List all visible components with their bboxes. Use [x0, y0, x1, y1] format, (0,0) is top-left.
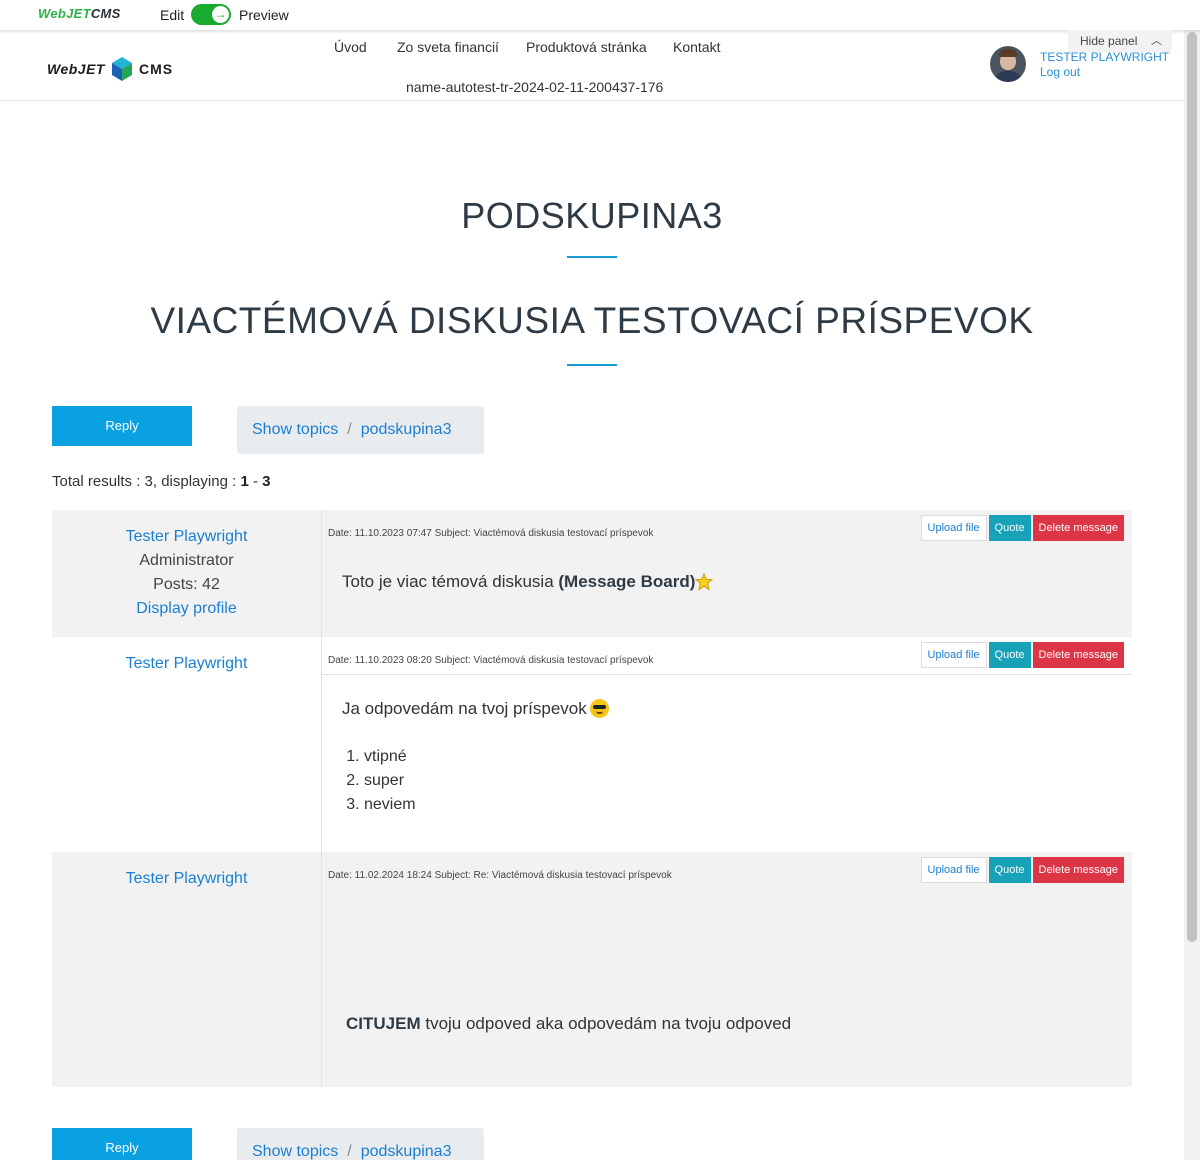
message-list: vtipné super neviem: [364, 745, 609, 817]
delete-message-button[interactable]: Delete message: [1032, 857, 1124, 883]
message-content-panel: Date: 11.10.2023 07:47 Subject: Viactémo…: [321, 510, 1132, 637]
brand-text-dark: CMS: [90, 6, 121, 21]
total-results-from: 1: [240, 473, 249, 490]
display-profile-link[interactable]: Display profile: [52, 600, 321, 618]
site-logo[interactable]: WebJET CMS: [47, 55, 173, 83]
author-name-link[interactable]: Tester Playwright: [52, 528, 321, 546]
subtitle-divider: [567, 364, 617, 366]
site-header: WebJET CMS Úvod Zo sveta financií Produk…: [0, 30, 1184, 101]
logo-text-right: CMS: [138, 61, 174, 77]
webjet-brand-logo[interactable]: WebJETCMS: [38, 6, 121, 21]
page-scrollbar[interactable]: [1184, 30, 1200, 1160]
message-text: tvoju odpoved aka odpovedám na tvoju odp…: [420, 1014, 792, 1033]
topic-title: VIACTÉMOVÁ DISKUSIA TESTOVACÍ PRÍSPEVOK: [150, 300, 1034, 341]
logout-link[interactable]: Log out: [1040, 65, 1080, 79]
chevron-up-icon: ︿: [1151, 35, 1162, 47]
title-divider: [567, 256, 617, 258]
list-item: super: [364, 769, 609, 793]
total-results: Total results : 3, displaying : 1 - 3: [52, 473, 270, 490]
quote-button[interactable]: Quote: [988, 857, 1031, 883]
total-results-prefix: Total results : 3, displaying :: [52, 473, 241, 490]
message-actions: Upload file Quote Delete message: [919, 857, 1124, 883]
message-bold-text: CITUJEM: [346, 1014, 421, 1033]
arrow-right-icon: →: [212, 6, 229, 23]
total-results-dash: -: [248, 473, 263, 490]
star-icon: [695, 573, 714, 591]
quote-button[interactable]: Quote: [988, 515, 1031, 541]
message-author-panel: Tester Playwright: [52, 852, 321, 1087]
reply-button-top[interactable]: Reply: [52, 406, 192, 446]
brand-text-green: WebJET: [38, 6, 91, 21]
message-row: Tester Playwright Administrator Posts: 4…: [52, 510, 1132, 637]
message-body: CITUJEM tvoju odpoved aka odpovedám na t…: [346, 1014, 791, 1034]
message-body: Ja odpovedám na tvoj príspevok vtipné su…: [342, 699, 609, 817]
message-actions: Upload file Quote Delete message: [919, 642, 1124, 668]
nav-link-autotest[interactable]: name-autotest-tr-2024-02-11-200437-176: [406, 79, 663, 95]
upload-file-button[interactable]: Upload file: [920, 857, 987, 883]
author-posts: Posts: 42: [153, 576, 220, 593]
cube-logo-icon: [111, 57, 132, 81]
nav-link-zo-sveta-financii[interactable]: Zo sveta financií: [397, 39, 499, 55]
scrollbar-thumb[interactable]: [1187, 32, 1197, 942]
logo-text-left: WebJET: [47, 61, 105, 77]
quote-button[interactable]: Quote: [988, 642, 1031, 668]
preview-label: Preview: [239, 7, 289, 23]
author-name-link[interactable]: Tester Playwright: [52, 655, 321, 673]
breadcrumb-separator: /: [347, 1143, 352, 1160]
total-results-to: 3: [262, 473, 271, 490]
author-role: Administrator: [139, 552, 234, 569]
nav-link-produktova-stranka[interactable]: Produktová stránka: [526, 39, 647, 55]
list-item: vtipné: [364, 745, 609, 769]
message-actions: Upload file Quote Delete message: [919, 515, 1124, 541]
message-content-panel: Date: 11.10.2023 08:20 Subject: Viactémo…: [321, 637, 1132, 852]
user-name-link[interactable]: TESTER PLAYWRIGHT: [1040, 50, 1169, 64]
breadcrumb-top: Show topics / podskupina3: [237, 406, 484, 454]
message-meta: Date: 11.10.2023 08:20 Subject: Viactémo…: [328, 655, 654, 666]
admin-toolbar: WebJETCMS Edit → Preview: [0, 0, 1200, 30]
breadcrumb-podskupina3-link[interactable]: podskupina3: [361, 1143, 452, 1160]
list-item: neviem: [364, 793, 609, 817]
message-content-panel: Date: 11.02.2024 18:24 Subject: Re: Viac…: [321, 852, 1132, 1087]
message-row: Tester Playwright Date: 11.02.2024 18:24…: [52, 852, 1132, 1087]
message-bold-text: (Message Board): [558, 572, 696, 591]
upload-file-button[interactable]: Upload file: [920, 515, 987, 541]
breadcrumb-show-topics-link[interactable]: Show topics: [252, 1143, 338, 1160]
message-author-panel: Tester Playwright Administrator Posts: 4…: [52, 510, 321, 637]
edit-label: Edit: [160, 7, 185, 23]
hide-panel-label: Hide panel: [1080, 34, 1138, 48]
avatar[interactable]: [990, 46, 1026, 82]
message-row: Tester Playwright Date: 11.10.2023 08:20…: [52, 637, 1132, 852]
message-body: Toto je viac témová diskusia (Message Bo…: [342, 572, 714, 592]
breadcrumb-bottom: Show topics / podskupina3: [237, 1128, 484, 1160]
message-meta: Date: 11.10.2023 07:47 Subject: Viactémo…: [328, 528, 654, 539]
nav-link-kontakt[interactable]: Kontakt: [673, 39, 720, 55]
delete-message-button[interactable]: Delete message: [1032, 515, 1124, 541]
hide-panel-button[interactable]: Hide panel ︿: [1068, 30, 1172, 52]
breadcrumb-podskupina3-link[interactable]: podskupina3: [361, 421, 452, 438]
message-author-panel: Tester Playwright: [52, 637, 321, 852]
edit-preview-toggle[interactable]: →: [191, 4, 231, 25]
delete-message-button[interactable]: Delete message: [1032, 642, 1124, 668]
author-name-link[interactable]: Tester Playwright: [52, 870, 321, 888]
reply-button-bottom[interactable]: Reply: [52, 1128, 192, 1160]
message-text: Toto je viac témová diskusia: [342, 572, 559, 591]
nav-link-uvod[interactable]: Úvod: [334, 39, 367, 55]
upload-file-button[interactable]: Upload file: [920, 642, 987, 668]
message-meta: Date: 11.02.2024 18:24 Subject: Re: Viac…: [328, 870, 672, 881]
breadcrumb-separator: /: [347, 421, 352, 438]
message-text: Ja odpovedám na tvoj príspevok: [342, 699, 587, 718]
page-title: PODSKUPINA3: [461, 195, 723, 236]
breadcrumb-show-topics-link[interactable]: Show topics: [252, 421, 338, 438]
cool-emoji-icon: [589, 699, 609, 718]
